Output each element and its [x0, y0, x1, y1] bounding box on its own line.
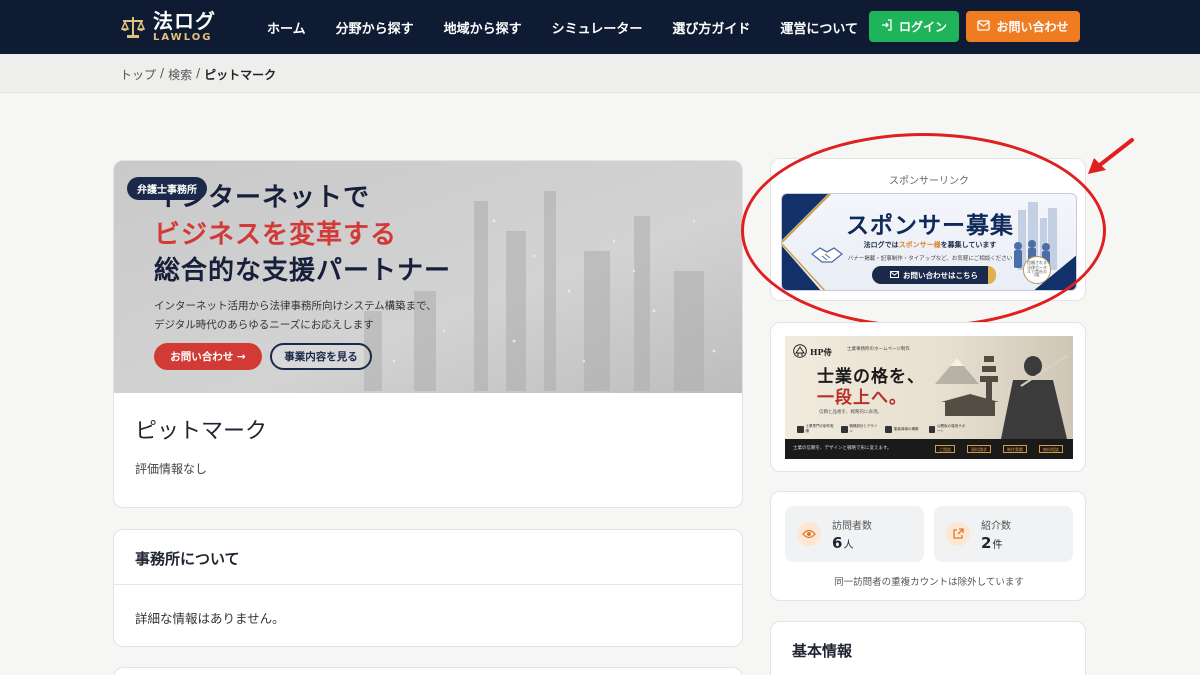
referrals-label: 紹介数 [981, 521, 1011, 532]
scales-of-justice-icon [118, 12, 148, 42]
hero-services-button[interactable]: 事業内容を見る [270, 343, 372, 370]
visitors-number: 6 [832, 534, 843, 552]
referrals-number: 2 [981, 534, 992, 552]
login-icon [881, 19, 893, 34]
hp-tag: 制作実績 [1003, 445, 1027, 453]
visitors-stat: 訪問者数 6人 [785, 506, 924, 562]
office-name: ピットマーク [135, 419, 268, 444]
referrals-unit: 件 [992, 540, 1003, 551]
top-navigation-bar: 法ログ LAWLOG ホーム 分野から探す 地域から探す シミュレーター 選び方… [0, 0, 1200, 54]
referrals-stat: 紹介数 2件 [934, 506, 1073, 562]
about-title: 事務所について [135, 550, 240, 568]
breadcrumb-bar: トップ / 検索 / ピットマーク [0, 54, 1200, 93]
samurai-crest-icon [793, 344, 807, 360]
hp-brand: HP侍 [793, 344, 832, 360]
breadcrumb-search[interactable]: 検索 [168, 66, 192, 83]
referrals-value: 2件 [981, 534, 1002, 552]
hero-description-line2: デジタル時代のあらゆるニーズにお応えします [154, 319, 374, 331]
nav-item-guide[interactable]: 選び方ガイド [672, 18, 750, 37]
site-logo[interactable]: 法ログ LAWLOG [118, 8, 216, 46]
annotation-arrow-icon [1088, 138, 1134, 174]
nav-item-by-region[interactable]: 地域から探す [444, 18, 522, 37]
feature-icon [885, 425, 892, 433]
logo-sub-text: LAWLOG [153, 32, 213, 43]
hp-feature-item: 士業専門の制作実績 [797, 424, 835, 434]
hp-feature-item: 集客導線の構築 [885, 424, 923, 434]
hp-samurai-banner[interactable]: HP侍 士業事務所のホームページ制作 士業の格を、 一段上へ。 信頼と品格を、戦… [785, 336, 1073, 459]
logo-main-text: 法ログ [153, 9, 216, 33]
about-office-card: 事務所について 詳細な情報はありません。 [113, 529, 743, 647]
nav-item-by-field[interactable]: 分野から探す [336, 18, 414, 37]
hero-description-line1: インターネット活用から法律事務所向けシステム構築まで、 [154, 300, 437, 312]
next-section-card [113, 667, 743, 675]
about-body: 詳細な情報はありません。 [135, 611, 285, 626]
breadcrumb-top[interactable]: トップ [120, 66, 156, 83]
hp-headline-line2: 一段上へ。 [817, 388, 907, 408]
divider [114, 584, 742, 585]
basic-info-title: 基本情報 [792, 642, 853, 660]
office-hero-image: 弁護士事務所 インターネットで ビジネスを変革する 総合的な支援パートナー イン… [114, 161, 742, 393]
feature-icon [929, 425, 935, 433]
feature-icon [841, 425, 848, 433]
hp-feature-label: 戦略設計とデザイン [849, 424, 878, 433]
breadcrumb-current: ピットマーク [204, 68, 277, 82]
nav-item-about[interactable]: 運営について [780, 18, 858, 37]
breadcrumb-separator: / [160, 66, 165, 80]
hp-tag: 無料相談 [1039, 445, 1063, 453]
hp-feature-label: 集客導線の構築 [894, 426, 919, 431]
stats-card: 訪問者数 6人 紹介数 2件 同一訪問者の重複カウントは除外しています [770, 491, 1086, 601]
contact-label: お問い合わせ [996, 20, 1069, 34]
nav-item-home[interactable]: ホーム [267, 18, 306, 37]
login-label: ログイン [898, 20, 947, 34]
hp-brand-subtitle: 士業事務所のホームページ制作 [847, 347, 910, 352]
basic-info-card: 基本情報 [770, 621, 1086, 675]
stats-note: 同一訪問者の重複カウントは除外しています [834, 577, 1024, 588]
hp-tag: 資料請求 [967, 445, 991, 453]
category-badge: 弁護士事務所 [127, 177, 207, 200]
mail-icon [977, 19, 991, 34]
hero-contact-button[interactable]: お問い合わせ → [154, 343, 262, 370]
hp-small-copy: 信頼と品格を、戦略的に表現。 [819, 410, 882, 415]
external-link-icon [946, 522, 970, 546]
rating-status: 評価情報なし [135, 462, 208, 476]
visitors-value: 6人 [832, 534, 853, 552]
feature-icon [797, 425, 804, 433]
office-header-card: 弁護士事務所 インターネットで ビジネスを変革する 総合的な支援パートナー イン… [113, 160, 743, 508]
eye-icon [797, 522, 821, 546]
hp-feature-label: 公開後の運用サポート [937, 424, 965, 433]
hero-headline-line2: ビジネスを変革する [154, 220, 398, 250]
hp-tag: ご相談 [935, 445, 955, 453]
breadcrumb: トップ / 検索 / ピットマーク [120, 66, 276, 83]
hp-feature-icons: 士業専門の制作実績 戦略設計とデザイン 集客導線の構築 公開後の運用サポート [797, 424, 967, 434]
visitors-label: 訪問者数 [832, 521, 872, 532]
hp-feature-item: 公開後の運用サポート [929, 424, 967, 434]
contact-button[interactable]: お問い合わせ [966, 11, 1080, 42]
hp-footer-text: 士業の信頼を、デザインと戦略で形に変えます。 [793, 446, 892, 451]
nav-item-simulator[interactable]: シミュレーター [552, 18, 643, 37]
hp-feature-item: 戦略設計とデザイン [841, 424, 879, 434]
breadcrumb-separator: / [196, 66, 201, 80]
hero-headline-line3: 総合的な支援パートナー [154, 256, 452, 286]
visitors-unit: 人 [843, 540, 854, 551]
hp-brand-name: HP侍 [810, 346, 832, 357]
hp-samurai-ad-card: HP侍 士業事務所のホームページ制作 士業の格を、 一段上へ。 信頼と品格を、戦… [770, 322, 1086, 472]
hp-banner-footer: 士業の信頼を、デザインと戦略で形に変えます。 ご相談 資料請求 制作実績 無料相… [785, 439, 1073, 459]
login-button[interactable]: ログイン [869, 11, 959, 42]
main-nav: ホーム 分野から探す 地域から探す シミュレーター 選び方ガイド 運営について [252, 0, 873, 54]
hp-feature-label: 士業専門の制作実績 [805, 424, 834, 433]
highlight-annotation-ring [741, 133, 1106, 328]
